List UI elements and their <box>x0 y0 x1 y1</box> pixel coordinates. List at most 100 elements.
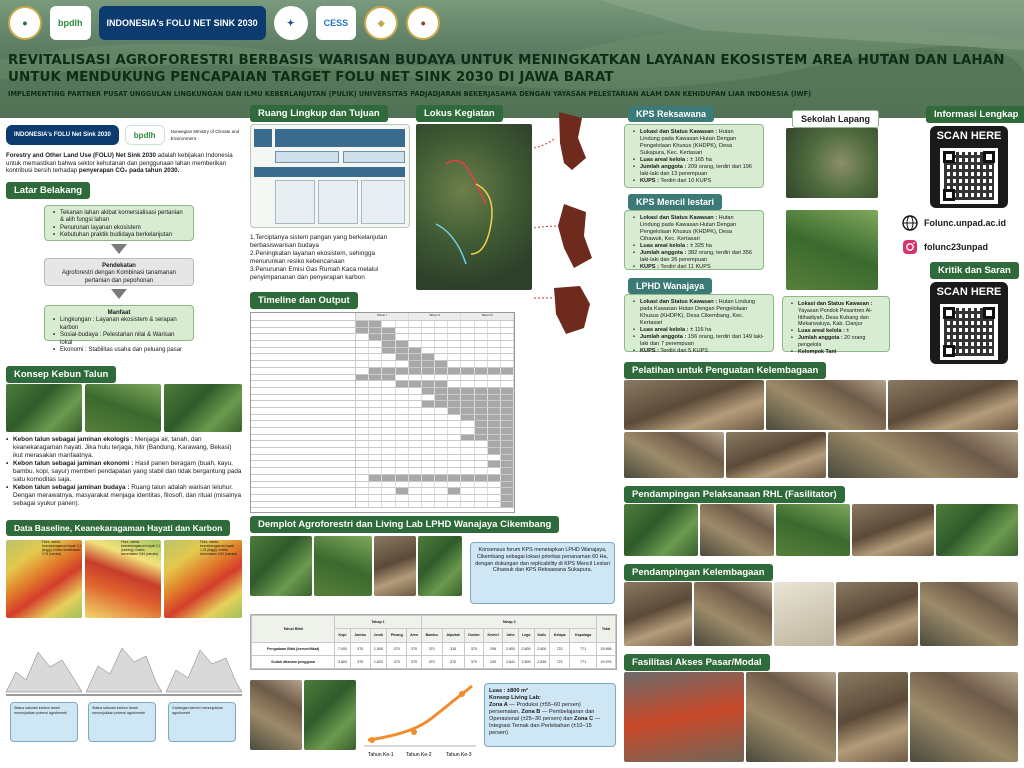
pelatihan-photo <box>624 380 764 430</box>
poster-subtitle: IMPLEMENTING PARTNER PUSAT UNGGULAN LING… <box>8 90 812 98</box>
livinglab-growth-chart: Tahun Ke-1 Tahun Ke-2 Tahun Ke-3 <box>364 684 476 758</box>
demplot-photo <box>418 536 462 596</box>
konsep-item: Kebon talun sebagai jaminan ekologis : M… <box>6 436 242 460</box>
rhl-photo <box>700 504 774 556</box>
qr-code-icon[interactable] <box>940 148 998 204</box>
scope-diagram <box>250 124 410 228</box>
pasar-photo <box>746 672 836 762</box>
lokus-title: Lokus Kegiatan <box>416 105 503 122</box>
baseline-note: Cadangan karbon menunjukkan agroforestri <box>168 702 236 742</box>
latar-item: Tekanan lahan akibat komersialisasi pert… <box>53 210 185 225</box>
qr-code-icon[interactable] <box>940 304 998 360</box>
table-row <box>251 428 515 435</box>
tujuan-list: 1.Terciptanya sistem pangan yang berkela… <box>250 234 388 281</box>
stage-label: Tahun Ke-1 <box>368 752 394 758</box>
pelatihan-photo <box>624 432 724 478</box>
bpdlh-logo: bpdlh <box>50 6 91 40</box>
norway-logo: Norwegian Ministry of Climate and Enviro… <box>170 128 240 141</box>
konsep-list: Kebon talun sebagai jaminan ekologis : M… <box>6 436 242 508</box>
table-row <box>251 501 515 509</box>
table-row <box>251 341 515 348</box>
kelembagaan-photo <box>694 582 772 646</box>
table-row <box>251 474 515 482</box>
table-row <box>251 401 515 408</box>
table-row <box>251 354 515 362</box>
planting-table: Tahun Bibit Tahap 1 Tahap 2 Total Kopi Ja… <box>250 614 617 670</box>
partner-logo: ● <box>8 6 42 40</box>
latar-belakang-title: Latar Belakang <box>6 182 91 199</box>
baseline-note: Status saturasi karbon tanah menunjukkan… <box>10 702 78 742</box>
demplot-photo <box>374 536 416 596</box>
konsep-title: Konsep Kebun Talun <box>6 366 117 383</box>
table-row <box>251 414 515 422</box>
cess-logo: CESS <box>315 6 357 40</box>
talun-photo <box>85 384 161 432</box>
konsep-item: Kebon talun sebagai jaminan ekonomi : Ha… <box>6 460 242 484</box>
satellite-map <box>416 124 532 290</box>
map-caption: Flora, indeks keanekaragaman hayati 3,1 … <box>42 540 82 556</box>
table-row <box>251 441 515 449</box>
pelatihan-photo <box>828 432 1018 478</box>
manfaat-item: Ekonomi : Stabilitas usaha dan peluang p… <box>53 347 185 355</box>
manfaat-box: Manfaat Lingkungan : Layanan ekosistem &… <box>44 305 194 355</box>
intro-logos: INDONESIA's FOLU Net Sink 2030 bpdlh Nor… <box>6 122 242 148</box>
folu-logo-small: INDONESIA's FOLU Net Sink 2030 <box>6 125 119 145</box>
lphd-wanajaya-title: LPHD Wanajaya <box>628 278 713 294</box>
table-row <box>251 461 515 469</box>
kritik-saran-title: Kritik dan Saran <box>930 262 1019 279</box>
demplot-photo <box>314 536 372 596</box>
sekolah-lapang-title: Sekolah Lapang <box>792 110 880 128</box>
table-row <box>251 434 515 442</box>
down-arrow-icon <box>111 289 127 299</box>
sekolah-satellite-map <box>786 128 878 198</box>
rhl-title: Pendampingan Pelaksanaan RHL (Fasilitato… <box>624 486 845 503</box>
baseline-note: Status saturasi karbon tanah menunjukkan… <box>88 702 156 742</box>
timeline-gantt-table: Tahun I Tahun II Tahun III <box>250 312 515 513</box>
pendekatan-box: Pendekatan Agroforestri dengan Kombinasi… <box>44 258 194 286</box>
demplot-text: Konsensus forum KPS menetapkan LPHD Wana… <box>470 542 615 604</box>
table-row <box>251 454 515 462</box>
star-logo: ✦ <box>273 6 308 40</box>
table-row <box>251 367 515 375</box>
rhl-photo <box>936 504 1018 556</box>
poster-header: ● bpdlh INDONESIA's FOLU NET SINK 2030 ✦… <box>0 0 1024 118</box>
table-row <box>251 494 515 502</box>
kps-mencil-box: Lokasi dan Status Kawasan : Hutan Lindun… <box>624 210 764 271</box>
table-row <box>251 481 515 489</box>
demplot-photo <box>250 680 302 750</box>
latar-item: Kebutuhan praktik budidaya berkelanjutan <box>53 232 185 240</box>
demplot-title: Demplot Agroforestri dan Living Lab LPHD… <box>250 516 560 533</box>
latar-item: Penurunan layanan ekosistem <box>53 225 185 233</box>
kelembagaan-photo <box>836 582 918 646</box>
baseline-title: Data Baseline, Keanekaragaman Hayati dan… <box>6 520 231 536</box>
pelatihan-title: Pelatihan untuk Penguatan Kelembagaan <box>624 362 827 379</box>
instagram-link[interactable]: folunc23unpad <box>902 238 1022 256</box>
pelatihan-photo <box>726 432 826 478</box>
sekolah-lapang-box: Lokasi dan Status Kawasan : Yayasan Pond… <box>782 296 890 355</box>
map-caption: Flora, indeks keanekaragaman hayati 3,1 … <box>121 540 161 556</box>
university-logo: ◆ <box>364 6 399 40</box>
seal-logo: ● <box>406 6 441 40</box>
table-row <box>251 374 515 382</box>
table-row <box>251 468 515 475</box>
website-link[interactable]: Folunc.unpad.ac.id <box>902 214 1022 232</box>
table-row <box>251 381 515 388</box>
folu-logo: INDONESIA's FOLU NET SINK 2030 <box>98 6 266 40</box>
kps-reksawana-title: KPS Reksawana <box>628 106 715 122</box>
pasar-photo <box>910 672 1018 762</box>
table-row <box>251 327 515 335</box>
rhl-photo <box>852 504 934 556</box>
table-row <box>251 421 515 428</box>
scan-qr-info[interactable]: SCAN HERE <box>930 126 1008 208</box>
pelatihan-photo <box>766 380 886 430</box>
tujuan-item: Terciptanya sistem pangan yang berkelanj… <box>250 234 388 249</box>
pasar-machine-photo <box>624 672 744 762</box>
kelembagaan-photo <box>624 582 692 646</box>
down-arrow-icon <box>111 244 127 254</box>
map-caption: Flora, indeks keanekaragaman hayati 1,78… <box>200 540 237 556</box>
talun-photo <box>164 384 242 432</box>
kawasan-shapes <box>534 112 592 334</box>
table-row: Tahun Bibit Tahap 1 Tahap 2 Total <box>250 614 616 643</box>
scan-qr-kritik[interactable]: SCAN HERE <box>930 282 1008 364</box>
demplot-photo <box>250 536 312 596</box>
